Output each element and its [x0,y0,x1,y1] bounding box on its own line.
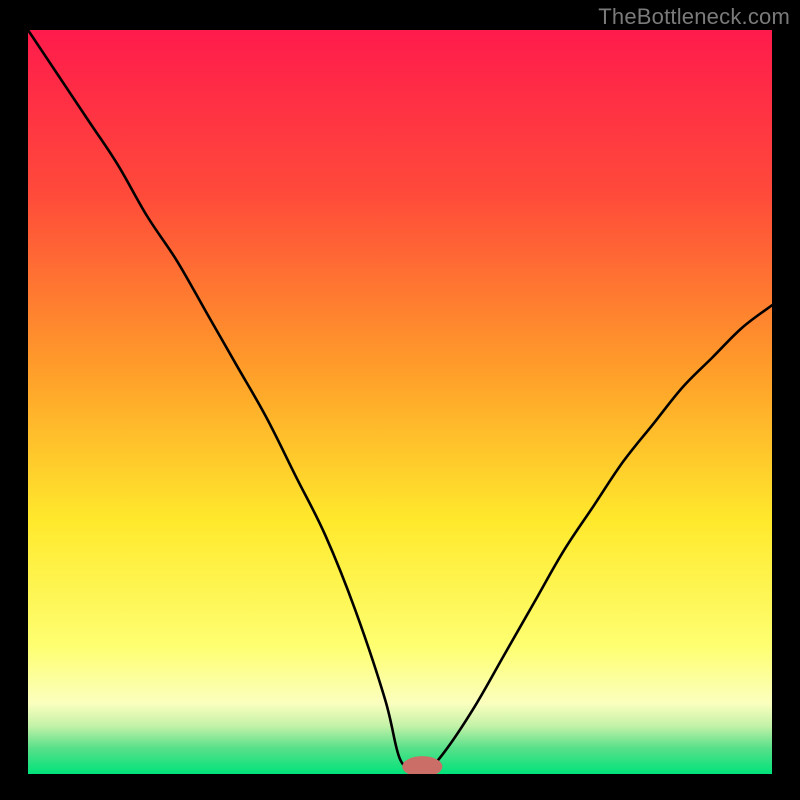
bottleneck-chart [28,30,772,774]
plot-area [28,30,772,774]
gradient-fill [28,30,772,774]
watermark-text: TheBottleneck.com [598,4,790,30]
chart-frame: TheBottleneck.com [0,0,800,800]
